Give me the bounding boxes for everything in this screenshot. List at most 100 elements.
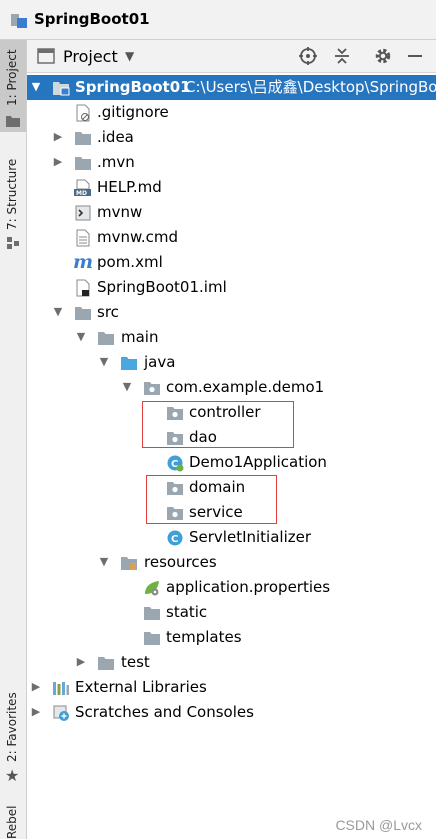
root-path: C:\Users\吕成鑫\Desktop\SpringBo [185,78,436,96]
item-label: ServletInitializer [189,528,312,546]
item-label: templates [166,628,242,646]
folder-icon [143,629,161,647]
item-label: application.properties [166,578,331,596]
folder-icon [97,329,115,347]
window-title: SpringBoot01 [34,10,150,28]
spring-boot-class-icon: C [166,454,184,472]
collapsed-arrow-icon[interactable]: ▶ [75,655,87,668]
tree-item-templates[interactable]: templates [27,625,436,650]
svg-text:MD: MD [76,190,87,197]
title-bar: SpringBoot01 [0,0,436,40]
collapsed-arrow-icon[interactable]: ▶ [30,705,42,718]
project-view-selector[interactable]: Project [63,47,118,66]
tree-item-root[interactable]: ▼ SpringBoot01 C:\Users\吕成鑫\Desktop\Spri… [27,75,436,100]
tree-item-java[interactable]: ▼ java [27,350,436,375]
tree-item-help-md[interactable]: MD HELP.md [27,175,436,200]
folder-icon [74,304,92,322]
minimize-icon[interactable] [405,46,425,66]
item-label: HELP.md [97,178,162,196]
tree-item-main[interactable]: ▼ main [27,325,436,350]
folder-icon [74,154,92,172]
tree-item-demo-application[interactable]: C Demo1Application [27,450,436,475]
expand-arrow-icon[interactable]: ▼ [75,330,87,343]
gear-icon[interactable] [373,46,393,66]
project-tree: ▼ SpringBoot01 C:\Users\吕成鑫\Desktop\Spri… [27,73,436,839]
tree-item-iml[interactable]: SpringBoot01.iml [27,275,436,300]
favorites-tool-tab[interactable]: 2: Favorites ★ [0,690,26,790]
tree-item-test[interactable]: ▶ test [27,650,436,675]
tree-item-static[interactable]: static [27,600,436,625]
structure-icon [7,234,19,253]
locate-target-icon[interactable] [298,46,318,66]
collapse-all-icon[interactable] [332,46,352,66]
tree-item-resources[interactable]: ▼ resources [27,550,436,575]
expand-arrow-icon[interactable]: ▼ [98,555,110,568]
project-module-icon [10,11,28,29]
item-label: mvnw.cmd [97,228,179,246]
favorites-tab-label: 2: Favorites [5,692,19,762]
tree-item-application-properties[interactable]: application.properties [27,575,436,600]
class-icon: C [166,529,184,547]
collapsed-arrow-icon[interactable]: ▶ [52,130,64,143]
folder-icon [6,112,20,131]
maven-icon: m [73,251,94,273]
tree-item-servlet-initializer[interactable]: C ServletInitializer [27,525,436,550]
item-label: Demo1Application [189,453,327,471]
item-label: mvnw [97,203,143,221]
tree-item-gitignore[interactable]: .gitignore [27,100,436,125]
project-tool-tab[interactable]: 1: Project [0,40,26,132]
project-tab-label: 1: Project [5,49,19,106]
svg-text:C: C [171,534,178,545]
expand-arrow-icon[interactable]: ▼ [121,380,133,393]
shell-script-icon [74,204,92,222]
item-label: SpringBoot01.iml [97,278,227,296]
scratches-icon [52,704,70,722]
folder-icon [143,604,161,622]
expand-arrow-icon[interactable]: ▼ [52,305,64,318]
tree-item-pom[interactable]: m pom.xml [27,250,436,275]
ignored-file-icon [74,104,92,122]
item-label: src [97,303,119,321]
source-folder-icon [120,354,138,372]
annotation-box-domain-service [146,475,277,524]
item-label: com.example.demo1 [166,378,325,396]
chevron-down-icon[interactable]: ▼ [125,49,134,63]
item-label: pom.xml [97,253,163,271]
tree-item-external-libraries[interactable]: ▶ External Libraries [27,675,436,700]
watermark: CSDN @Lvcx [335,817,422,833]
item-label: resources [144,553,217,571]
item-label: .gitignore [97,103,169,121]
text-file-icon [74,229,92,247]
collapsed-arrow-icon[interactable]: ▶ [52,155,64,168]
tree-item-mvnw[interactable]: mvnw [27,200,436,225]
collapsed-arrow-icon[interactable]: ▶ [30,680,42,693]
left-tool-strip: 1: Project 7: Structure 2: Favorites ★ R… [0,40,27,839]
tree-item-scratches[interactable]: ▶ Scratches and Consoles [27,700,436,725]
item-label: test [121,653,150,671]
project-panel-icon [37,48,55,68]
expand-arrow-icon[interactable]: ▼ [30,80,42,93]
tree-item-idea[interactable]: ▶ .idea [27,125,436,150]
item-label: static [166,603,208,621]
tree-item-mvnw-cmd[interactable]: mvnw.cmd [27,225,436,250]
spring-properties-icon [143,579,161,597]
star-icon: ★ [5,766,20,785]
libraries-icon [52,679,70,697]
tree-item-package[interactable]: ▼ com.example.demo1 [27,375,436,400]
project-panel-header: Project ▼ [27,40,436,73]
item-label: java [144,353,176,371]
tree-item-src[interactable]: ▼ src [27,300,436,325]
annotation-box-controller-dao [142,401,294,448]
item-label: .idea [97,128,134,146]
structure-tool-tab[interactable]: 7: Structure [0,150,26,250]
tree-item-mvn[interactable]: ▶ .mvn [27,150,436,175]
rebel-tool-tab[interactable]: Rebel [0,805,26,839]
expand-arrow-icon[interactable]: ▼ [98,355,110,368]
item-label: Scratches and Consoles [75,703,254,721]
folder-icon [97,654,115,672]
markdown-file-icon: MD [74,179,92,197]
structure-tab-label: 7: Structure [5,158,19,230]
package-icon [143,379,161,397]
folder-icon [74,129,92,147]
module-icon [52,79,70,97]
